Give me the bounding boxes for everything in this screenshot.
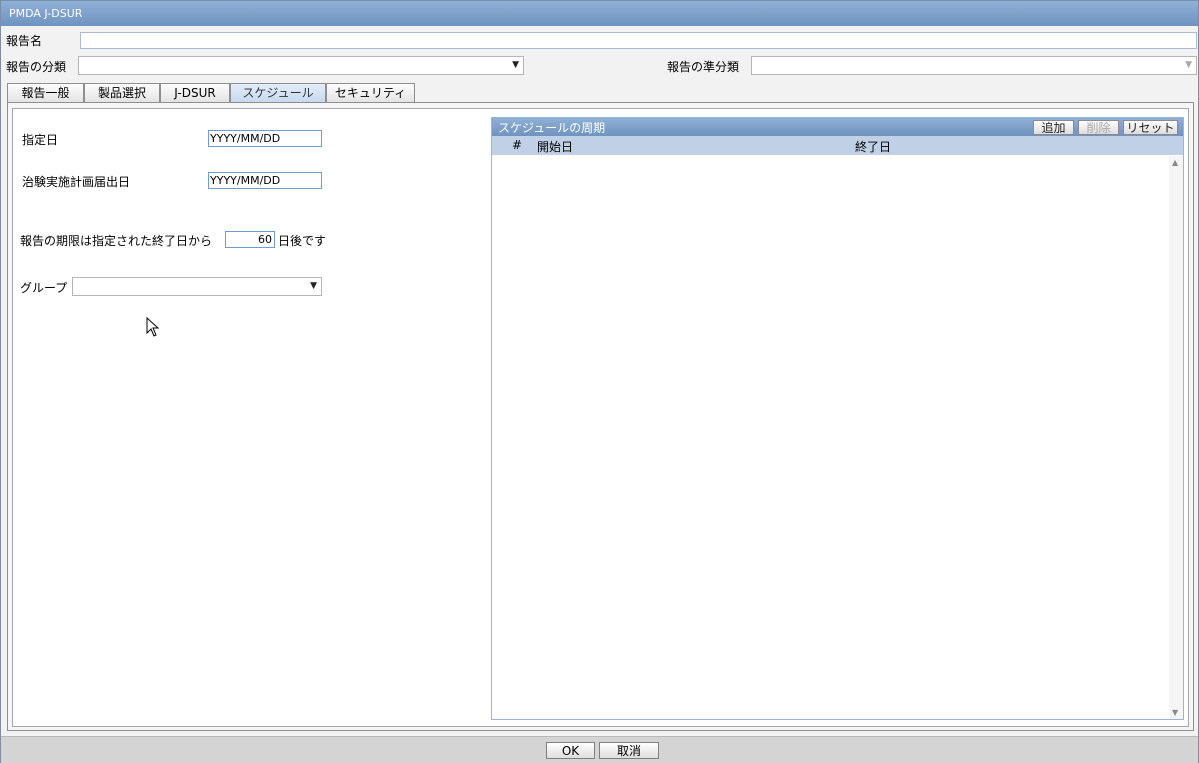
chevron-down-icon[interactable]: ▼ (310, 281, 317, 291)
ok-button[interactable]: OK (546, 742, 595, 759)
chevron-down-icon[interactable]: ▼ (512, 60, 519, 70)
scroll-down-icon[interactable]: ▼ (1172, 708, 1178, 717)
tab-security[interactable]: セキュリティ (326, 83, 415, 102)
designated-date-input[interactable]: YYYY/MM/DD (208, 130, 322, 147)
deadline-days-input[interactable]: 60 (225, 231, 275, 248)
notification-date-label: 治験実施計画届出日 (22, 175, 131, 189)
report-category-label: 報告の分類 (6, 60, 67, 74)
column-end-date[interactable]: 終了日 (855, 138, 891, 155)
deadline-suffix-text: 日後です (278, 234, 327, 248)
dialog-footer: OK 取消 (1, 736, 1198, 763)
tab-schedule[interactable]: スケジュール (230, 83, 326, 103)
column-number: # (512, 138, 523, 152)
deadline-prefix-text: 報告の期限は指定された終了日から (20, 234, 213, 248)
mouse-pointer-icon (146, 317, 160, 337)
tab-product-selection[interactable]: 製品選択 (84, 83, 160, 102)
schedule-period-title: スケジュールの周期 (498, 121, 606, 135)
notification-date-input[interactable]: YYYY/MM/DD (208, 172, 322, 189)
report-name-input[interactable] (80, 32, 1197, 49)
window-title: PMDA J-DSUR (9, 7, 83, 20)
report-subcategory-label: 報告の準分類 (667, 60, 740, 74)
group-select[interactable]: ▼ (72, 277, 322, 296)
reset-button[interactable]: リセット (1123, 120, 1178, 135)
designated-date-label: 指定日 (22, 133, 59, 147)
chevron-down-icon[interactable]: ▼ (1185, 60, 1192, 70)
column-start-date[interactable]: 開始日 (537, 138, 573, 155)
add-button[interactable]: 追加 (1033, 120, 1074, 135)
dialog-window: PMDA J-DSUR 報告名 報告の分類 ▼ 報告の準分類 ▼ 報告一般 製品… (0, 0, 1199, 763)
group-label: グループ (20, 281, 68, 295)
report-subcategory-select[interactable]: ▼ (751, 56, 1197, 75)
schedule-scrollbar[interactable]: ▲ ▼ (1169, 156, 1183, 719)
tab-report-general[interactable]: 報告一般 (7, 83, 84, 102)
title-bar: PMDA J-DSUR (1, 1, 1198, 26)
report-name-label: 報告名 (6, 34, 43, 48)
schedule-period-header: スケジュールの周期 追加 削除 リセット (492, 118, 1183, 136)
tab-j-dsur[interactable]: J-DSUR (160, 83, 230, 102)
schedule-period-panel: スケジュールの周期 追加 削除 リセット # 開始日 終了日 ▲ ▼ (491, 117, 1184, 720)
delete-button[interactable]: 削除 (1078, 120, 1119, 135)
scroll-up-icon[interactable]: ▲ (1172, 158, 1178, 167)
schedule-column-header: # 開始日 終了日 (492, 136, 1183, 155)
report-category-select[interactable]: ▼ (78, 56, 524, 75)
cancel-button[interactable]: 取消 (599, 742, 659, 759)
